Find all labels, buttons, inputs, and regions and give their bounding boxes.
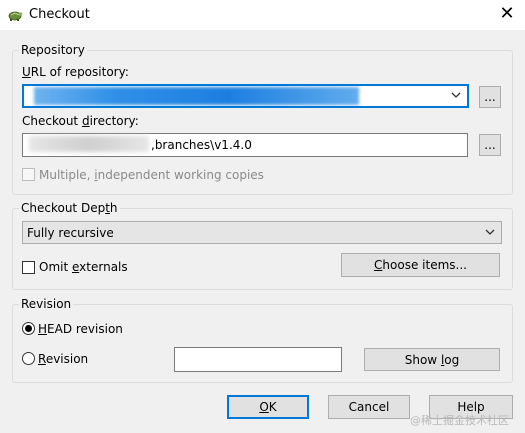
radio-selected-dot — [25, 325, 32, 332]
multiple-copies-label: Multiple, independent working copies — [39, 168, 264, 182]
tortoise-icon — [8, 11, 23, 21]
show-log-button[interactable]: Show log — [364, 348, 500, 371]
window-title: Checkout — [29, 7, 90, 22]
head-revision-radio[interactable] — [22, 322, 35, 335]
dir-value: ,branches\v1.4.0 — [151, 138, 252, 152]
checkout-directory-input[interactable]: ,branches\v1.4.0 — [22, 133, 468, 157]
dir-browse-button[interactable]: ... — [479, 134, 501, 156]
redacted-url-area — [34, 87, 359, 105]
url-browse-button[interactable]: ... — [479, 86, 501, 108]
title-bar: Checkout ✕ — [0, 0, 525, 30]
chevron-down-icon — [485, 229, 495, 235]
chevron-down-icon[interactable] — [449, 88, 463, 102]
watermark-text: @稀土掘金技术社区 — [410, 414, 509, 427]
omit-externals-label: Omit externals — [39, 260, 128, 274]
dir-label: Checkout directory: — [22, 114, 139, 128]
redacted-path-area — [29, 136, 149, 152]
repository-group-label: Repository — [19, 43, 87, 57]
depth-selected: Fully recursive — [27, 226, 114, 240]
revision-group-label: Revision — [19, 297, 74, 311]
head-revision-label: HEAD revision — [38, 322, 123, 336]
depth-group-label: Checkout Depth — [19, 201, 120, 215]
url-label: URL of repository: — [22, 65, 129, 79]
cancel-button[interactable]: Cancel — [328, 395, 410, 419]
revision-label: Revision — [38, 352, 89, 366]
revision-radio[interactable] — [22, 352, 35, 365]
url-combobox[interactable]: s/branches/v1.3.4 — [22, 84, 469, 108]
choose-items-button[interactable]: Choose items... — [341, 253, 500, 277]
omit-externals-checkbox[interactable] — [22, 261, 35, 274]
close-icon[interactable]: ✕ — [495, 3, 519, 24]
depth-select[interactable]: Fully recursive — [22, 221, 502, 244]
revision-input[interactable] — [174, 347, 342, 372]
multiple-copies-checkbox[interactable] — [22, 168, 35, 181]
ok-button[interactable]: OK — [227, 395, 309, 419]
